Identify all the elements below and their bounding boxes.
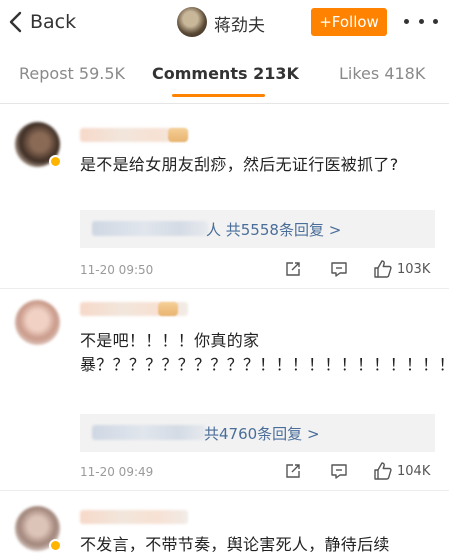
- comment-text: 不是吧！！！！你真的家暴？？？？？？？？？？！！！！！！！！！！！！: [80, 331, 449, 374]
- comment-icon: [331, 464, 347, 479]
- tab-comments[interactable]: Comments 213K: [152, 64, 299, 83]
- more-dot-icon: [418, 18, 424, 24]
- like-count: 103K: [397, 261, 431, 277]
- verified-badge-icon: [49, 539, 62, 552]
- divider: [0, 288, 449, 289]
- comment-item: 不是吧！！！！你真的家暴？？？？？？？？？？！！！！！！！！！！！！ 共4760…: [0, 296, 449, 486]
- comment-item: 不发言，不带节奏，舆论害死人，静待后续: [0, 500, 449, 558]
- author-avatar[interactable]: [177, 7, 207, 37]
- back-label: Back: [30, 11, 77, 33]
- divider: [0, 103, 449, 104]
- like-button[interactable]: 103K: [373, 259, 430, 279]
- replies-link[interactable]: 人 共5558条回复 >: [80, 210, 435, 248]
- tab-repost[interactable]: Repost 59.5K: [19, 64, 125, 83]
- comment-text: 是不是给女朋友刮痧，然后无证行医被抓了?: [80, 155, 399, 174]
- comment-timestamp: 11-20 09:49: [80, 465, 154, 479]
- comment-timestamp: 11-20 09:50: [80, 263, 154, 277]
- like-count: 104K: [397, 463, 431, 479]
- share-button[interactable]: [284, 260, 302, 278]
- share-icon: [286, 464, 300, 478]
- thumbs-up-icon: [374, 260, 392, 278]
- active-tab-indicator: [172, 94, 265, 97]
- reply-button[interactable]: [330, 260, 348, 278]
- reply-count-text: 人 共5558条回复 >: [206, 221, 342, 239]
- more-dot-icon: [433, 18, 438, 24]
- commenter-avatar[interactable]: [15, 300, 60, 345]
- share-button[interactable]: [284, 462, 302, 480]
- more-options-button[interactable]: [404, 13, 438, 29]
- more-dot-icon: [404, 18, 409, 24]
- verified-badge-icon: [49, 155, 62, 168]
- reply-count-text: 共4760条回复 >: [204, 425, 320, 443]
- reply-username-blurred: [92, 425, 206, 440]
- member-level-badge: [168, 128, 188, 142]
- divider: [0, 490, 449, 491]
- comment-item: 是不是给女朋友刮痧，然后无证行医被抓了? 人 共5558条回复 > 11-20 …: [0, 118, 449, 288]
- comment-icon: [331, 262, 347, 277]
- reply-username-blurred: [92, 221, 208, 236]
- member-level-badge: [158, 302, 178, 316]
- post-stats-tabs: Repost 59.5K Comments 213K Likes 418K: [0, 58, 449, 98]
- replies-link[interactable]: 共4760条回复 >: [80, 414, 435, 452]
- follow-button[interactable]: +Follow: [311, 8, 387, 36]
- tab-likes[interactable]: Likes 418K: [339, 64, 425, 83]
- share-icon: [286, 262, 300, 276]
- comment-text: 不发言，不带节奏，舆论害死人，静待后续: [80, 535, 390, 554]
- thumbs-up-icon: [374, 462, 392, 480]
- top-bar: Back 蒋劲夫 +Follow: [0, 0, 449, 45]
- author-name[interactable]: 蒋劲夫: [214, 11, 265, 36]
- back-button[interactable]: Back: [8, 6, 76, 38]
- commenter-username[interactable]: [80, 510, 188, 524]
- chevron-left-icon: [9, 11, 22, 33]
- reply-button[interactable]: [330, 462, 348, 480]
- like-button[interactable]: 104K: [373, 461, 430, 481]
